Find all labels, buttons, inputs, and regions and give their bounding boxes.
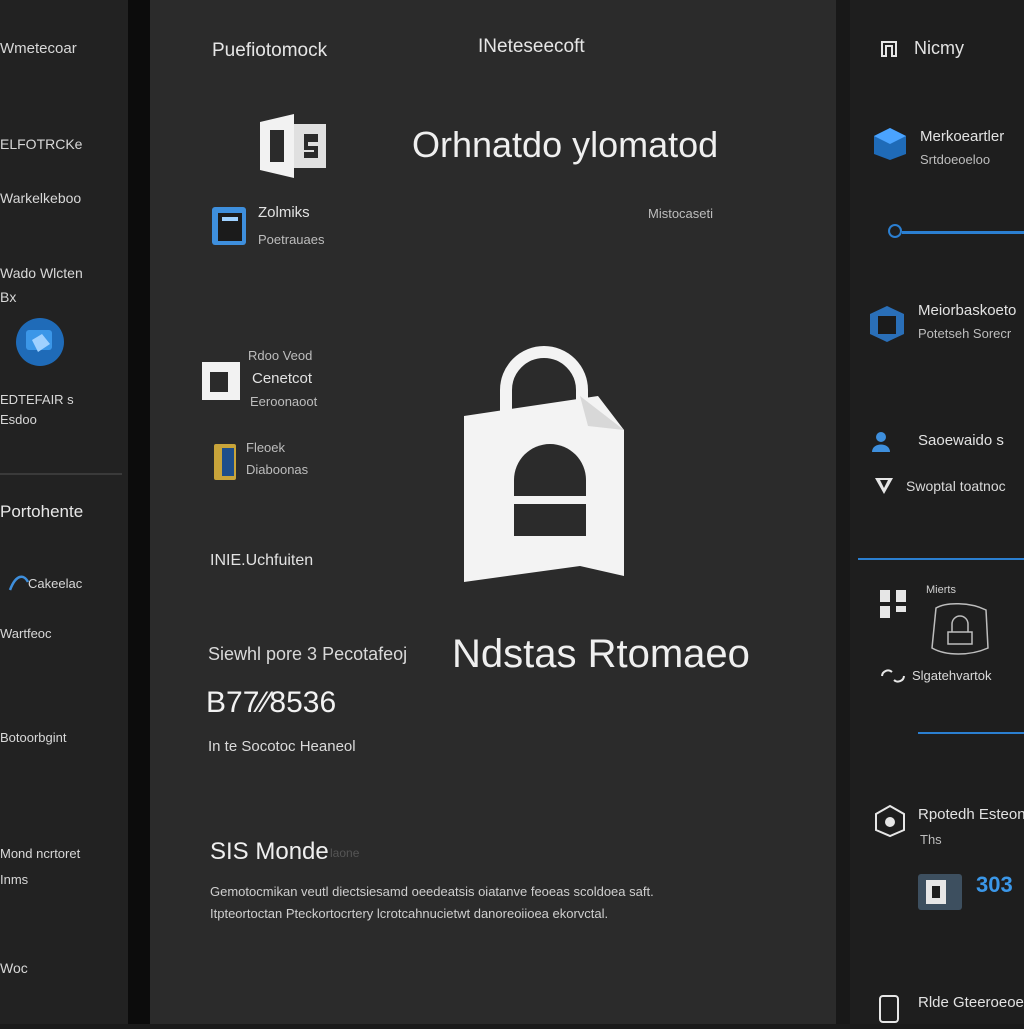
code-caption: In te Socotoc Heaneol [208,738,356,755]
right-item5-label: Mierts [926,584,956,596]
right-divider-1 [858,558,1024,560]
tile1-subtitle: Poetrauaes [258,232,325,247]
progress-thumb[interactable] [888,224,902,238]
sidebar-item-3[interactable]: Wado Wlcten [0,265,83,281]
banner-title: Ndstas Rtomaeo [452,632,750,676]
device-icon[interactable] [868,304,906,344]
right-item6-title[interactable]: Slgatehvartok [912,668,992,683]
sidebar-item-2[interactable]: Warkelkeboo [0,190,81,206]
cloud-app-icon[interactable] [14,316,66,368]
tile2-line1[interactable]: Rdoo Veod [248,348,312,363]
folder-icon[interactable] [210,440,240,482]
right-item4-title[interactable]: Swoptal toatnoc [906,478,1006,494]
right-separator [836,0,850,1024]
sidebar-item-12: Inms [0,872,29,887]
sidebar-item-1[interactable]: ELFOTRCKe [0,136,82,152]
cube-icon[interactable] [872,126,908,162]
footer-title: SIS Monde [210,838,329,865]
office-logo-icon [254,112,332,180]
sidebar-item-13[interactable]: Woc [0,960,28,976]
right-item7-title[interactable]: Rpotedh Esteonaer [918,806,1024,823]
lock-icon [460,346,630,584]
right-divider-2 [918,732,1024,734]
phone-icon[interactable] [876,994,902,1024]
sidebar-item-9[interactable]: Wartfeoc [0,626,52,641]
tab-center[interactable]: INeteseecoft [478,36,585,58]
badge-count: 303 [976,872,1013,897]
hero-title: Orhnatdo ylomatod [412,124,719,165]
right-item3-title[interactable]: Saoewaido s [918,432,1004,449]
sidebar-item-11[interactable]: Mond ncrtoret [0,846,80,861]
tab-left[interactable]: Puefiotomock [212,40,327,62]
right-item1-title[interactable]: Merkoeartler [920,128,1004,145]
right-item7-sub: Ths [920,832,942,847]
left-separator [128,0,150,1024]
code-value: B77⁄⁄8536 [206,686,337,719]
tile2-line2: Cenetcot [252,370,313,387]
lock-outline-icon[interactable] [926,598,996,658]
grid-icon[interactable] [878,586,918,620]
footer-title-dim: laone [330,846,360,860]
paragraph-line1: Gemotocmikan veutl diectsiesamd oeedeats… [210,884,654,899]
hero-subtitle: Mistocaseti [648,206,714,221]
sidebar-item-0[interactable]: Wmetecoar [0,40,77,57]
music-icon[interactable] [878,38,900,60]
sidebar-item-8[interactable]: Cakeelac [28,576,82,591]
sidebar-section-title: Portohente [0,502,84,521]
tile3-line1[interactable]: Fleoek [246,440,285,455]
progress-track [902,231,1024,234]
user-icon[interactable] [870,430,892,452]
sidebar-divider [0,473,122,475]
right-bottom-item[interactable]: Rlde Gteeroeoe [918,994,1024,1011]
tile2-line3: Eeroonaoot [250,394,318,409]
hexagon-icon[interactable] [872,804,908,838]
section-label: INIE.Uchfuiten [210,552,314,569]
right-panel-header[interactable]: Nicmy [914,38,964,59]
sidebar-item-6[interactable]: Esdoo [0,412,37,427]
document-icon[interactable] [210,205,248,247]
right-item2-title[interactable]: Meiorbaskoeto [918,302,1016,319]
paragraph-line2: Itpteortoctan Pteckortocrtery lcrotcahnu… [210,906,609,921]
right-item1-sub: Srtdoeoeloo [920,152,991,167]
sidebar-item-5[interactable]: EDTEFAIR s [0,392,74,407]
tile3-line2: Diaboonas [246,462,309,477]
tile1-title[interactable]: Zolmiks [258,204,310,221]
right-item2-sub: Potetseh Sorecr [918,326,1012,341]
shield-icon[interactable] [872,474,896,498]
badge-icon[interactable] [916,872,964,912]
banner-prefix: Siewhl pore 3 Pecotafeoj [208,644,408,664]
sidebar-item-10[interactable]: Botoorbgint [0,730,67,745]
sidebar-item-4: Bx [0,289,17,305]
link-icon[interactable] [878,666,908,686]
file-icon[interactable] [200,356,242,402]
progress-slider[interactable] [888,224,1024,242]
